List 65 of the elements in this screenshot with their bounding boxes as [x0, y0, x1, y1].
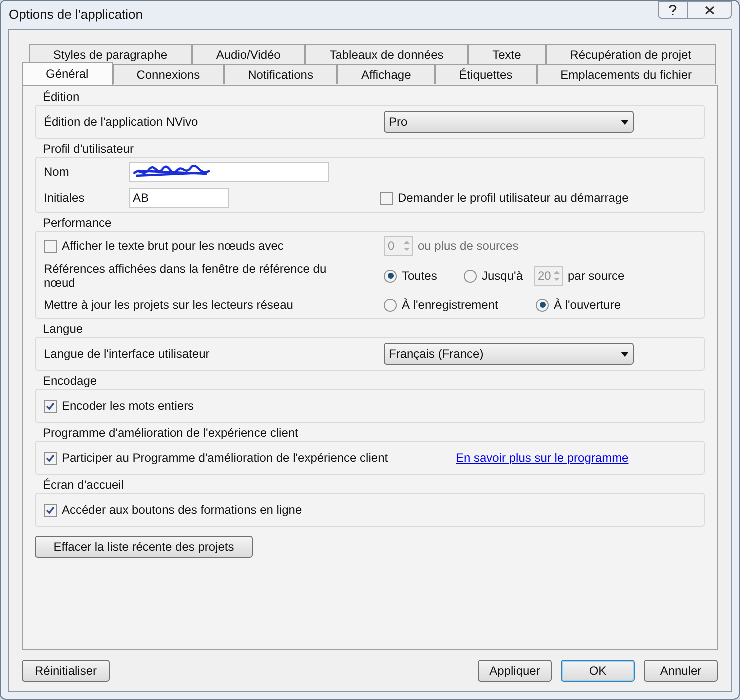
close-button[interactable] — [688, 1, 732, 19]
group-title: Performance — [42, 216, 113, 231]
radio-label: Toutes — [402, 268, 438, 285]
tab[interactable]: Récupération de projet — [546, 44, 716, 64]
checkbox-label: Accéder aux boutons des formations en ligne — [62, 502, 302, 519]
field-label: Langue de l'interface utilisateur — [44, 346, 211, 363]
checkbox-label: Afficher le texte brut pour les nœuds avec — [62, 238, 284, 255]
checkbox-label: Demander le profil utilisateur au démarrage — [398, 190, 629, 207]
input-field[interactable] — [129, 162, 329, 182]
field-label: Nom — [44, 165, 70, 179]
checkmark-icon — [46, 454, 55, 462]
group-title: Profil d'utilisateur — [42, 142, 135, 157]
tab[interactable]: Tableaux de données — [305, 44, 468, 64]
learn-more-link[interactable]: En savoir plus sur le programme — [456, 449, 629, 467]
suffix-label: ou plus de sources — [418, 238, 519, 255]
dropdown[interactable]: Pro — [384, 111, 634, 133]
checkbox-label: Encoder les mots entiers — [62, 398, 194, 415]
tab[interactable]: Emplacements du fichier — [536, 64, 716, 84]
help-icon — [669, 4, 677, 16]
dialog-button[interactable]: Appliquer — [478, 660, 552, 682]
radio-button[interactable] — [536, 298, 549, 312]
group-title: Écran d'accueil — [42, 478, 125, 493]
checkbox[interactable] — [380, 192, 393, 204]
help-button[interactable] — [658, 1, 688, 19]
field-label: Références affichées dans la fenêtre de référence du nœud — [44, 262, 328, 290]
radio-button[interactable] — [384, 298, 397, 312]
caret-icon — [621, 120, 629, 124]
clear-recent-button[interactable]: Effacer la liste récente des projets — [35, 536, 253, 558]
input-value: AB — [133, 190, 150, 207]
close-icon — [704, 6, 714, 14]
group-title: Programme d'amélioration de l'expérience client — [42, 426, 300, 441]
group-title: Encodage — [42, 374, 98, 389]
tab[interactable]: Audio/Vidéo — [192, 44, 306, 64]
tab[interactable]: Général — [22, 62, 113, 85]
checkmark-icon — [46, 506, 55, 514]
radio-button[interactable] — [464, 270, 477, 282]
group-title: Langue — [42, 322, 84, 337]
dialog-button[interactable]: Annuler — [644, 660, 718, 682]
group-title: Édition — [42, 90, 81, 105]
checkbox[interactable] — [44, 240, 57, 252]
checkmark-icon — [46, 402, 55, 410]
tab[interactable]: Affichage — [337, 64, 436, 84]
radio-label: À l'enregistrement — [402, 297, 498, 314]
suffix-label: par source — [568, 268, 625, 285]
radio-label: À l'ouverture — [554, 297, 621, 314]
dropdown[interactable]: Français (France) — [384, 343, 634, 365]
checkbox-label: Participer au Programme d'amélioration de l'expérience client — [62, 450, 388, 467]
radio-button[interactable] — [384, 270, 397, 282]
tab[interactable]: Connexions — [112, 64, 224, 84]
caret-icon — [621, 352, 629, 356]
radio-label: Jusqu'à — [482, 268, 523, 285]
checkbox[interactable] — [44, 504, 57, 516]
input-field[interactable]: AB — [129, 188, 229, 208]
checkbox[interactable] — [44, 452, 57, 464]
tab[interactable]: Styles de paragraphe — [29, 44, 192, 64]
dialog-button[interactable]: OK — [561, 660, 635, 682]
field-label: Édition de l'application NVivo — [44, 114, 200, 131]
tab[interactable]: Notifications — [224, 64, 338, 84]
tab[interactable]: Étiquettes — [435, 64, 537, 84]
checkbox[interactable] — [44, 400, 57, 412]
field-label: Initiales — [44, 191, 85, 205]
field-label: Mettre à jour les projets sur les lecteurs réseau — [44, 298, 294, 312]
tab[interactable]: Texte — [468, 44, 546, 64]
window-title: Options de l'application — [8, 6, 144, 24]
reset-button[interactable]: Réinitialiser — [22, 660, 110, 682]
